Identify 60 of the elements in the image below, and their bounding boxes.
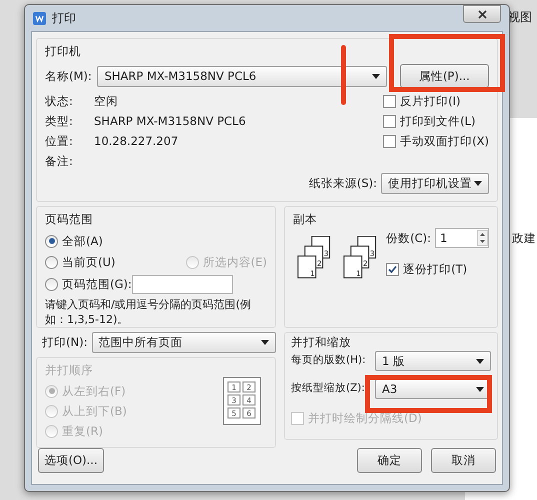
- dialog-button[interactable]: 选项(O)...: [38, 448, 104, 473]
- group-label: 打印机: [45, 43, 82, 60]
- radio-label: 从上到下(B): [62, 402, 127, 420]
- close-icon: [478, 10, 486, 18]
- info-value: SHARP MX-M3158NV PCL6: [94, 113, 246, 130]
- field-label: 名称(M):: [45, 68, 93, 85]
- radio-label: 当前页(U): [62, 254, 116, 271]
- info-label: 状态:: [45, 93, 74, 110]
- radio-label: 重复(R): [62, 422, 103, 440]
- dialog-button[interactable]: 取消: [431, 448, 496, 473]
- radio-label: 所选内容(E): [202, 254, 267, 271]
- radio-label: 从左到右(F): [62, 382, 126, 400]
- checkbox-label: 打印到文件(L): [400, 113, 476, 130]
- copies-spin-field[interactable]: 1: [434, 228, 489, 248]
- group-label: 并打和缩放: [291, 334, 352, 351]
- dropdown-caret-icon: [476, 386, 484, 392]
- checkbox-label: 手动双面打印(X): [400, 133, 489, 150]
- hint-text: 请键入页码和/或用逗号分隔的页码范围(例如：1,3,5-12)。: [45, 297, 252, 328]
- radio-label: 全部(A): [62, 232, 103, 250]
- dropdown-caret-icon: [474, 181, 482, 186]
- field-label: 份数(C):: [386, 230, 431, 247]
- field-label: 纸张来源(S):: [308, 175, 377, 192]
- field-label: 按纸型缩放(Z):: [291, 381, 365, 396]
- app-icon: [33, 12, 46, 24]
- checkbox-label: 反片打印(I): [400, 93, 461, 110]
- checkbox[interactable]: [383, 95, 396, 108]
- paper-source-dropdown[interactable]: 使用打印机设置: [381, 173, 489, 194]
- checkbox[interactable]: [383, 115, 396, 128]
- info-label: 类型:: [45, 113, 74, 130]
- checkbox-label: 并打时绘制分隔线(D): [308, 410, 422, 428]
- page-range-field[interactable]: [132, 274, 233, 294]
- checkbox[interactable]: [383, 135, 396, 148]
- group-label: 副本: [293, 211, 318, 228]
- info-label: 位置:: [45, 133, 74, 150]
- group-label: 页码范围: [45, 211, 94, 228]
- group-label: 并打顺序: [45, 362, 94, 379]
- document-text: 政建: [512, 230, 536, 247]
- radio-button[interactable]: [45, 278, 58, 291]
- window-title: 打印: [52, 10, 76, 27]
- properties-button[interactable]: 属性(P)...: [400, 64, 489, 88]
- info-value: 10.28.227.207: [94, 133, 178, 150]
- annotation-bar: [341, 45, 346, 105]
- pages-per-sheet-dropdown[interactable]: 1 版: [375, 351, 491, 372]
- radio-button[interactable]: [45, 256, 58, 269]
- close-button[interactable]: [463, 5, 501, 23]
- dropdown-caret-icon: [372, 74, 380, 79]
- info-value: 空闲: [94, 93, 118, 110]
- spin-arrows-icon[interactable]: [476, 230, 488, 246]
- field-label: 打印(N):: [42, 334, 88, 351]
- printer-dropdown[interactable]: SHARP MX-M3158NV PCL6: [97, 66, 387, 87]
- checkbox[interactable]: [386, 263, 400, 276]
- dialog-button[interactable]: 确定: [357, 448, 422, 473]
- field-label: 每页的版数(H):: [291, 353, 366, 368]
- print-what-dropdown[interactable]: 范围中所有页面: [92, 332, 276, 353]
- dropdown-caret-icon: [261, 340, 269, 345]
- radio-button[interactable]: [45, 234, 58, 248]
- info-label: 备注:: [45, 153, 74, 170]
- dropdown-caret-icon: [476, 358, 484, 364]
- radio-label: 页码范围(G):: [62, 276, 128, 293]
- checkbox-label: 逐份打印(T): [403, 261, 468, 278]
